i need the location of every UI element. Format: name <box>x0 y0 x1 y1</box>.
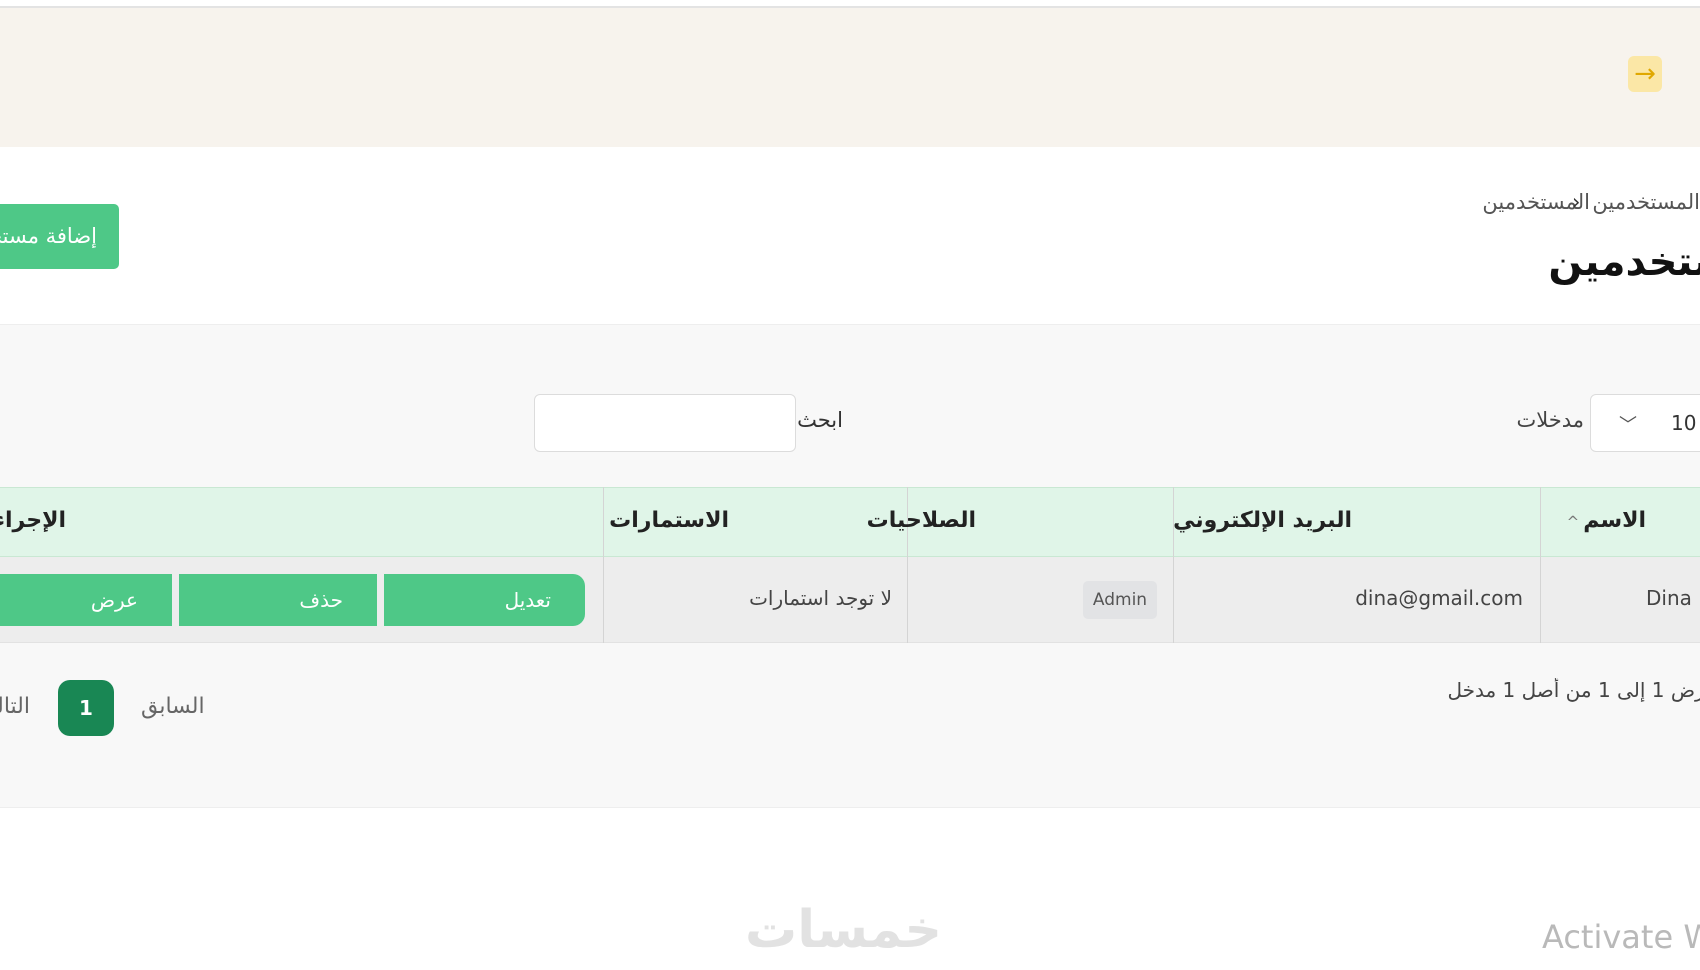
cell-email: dina@gmail.com <box>1355 586 1523 610</box>
column-divider <box>1540 487 1541 643</box>
breadcrumb-item-current: المستخدمين <box>1592 190 1700 214</box>
column-header-email[interactable]: البريد الإلكتروني <box>1173 508 1352 533</box>
search-input[interactable] <box>534 394 796 452</box>
edit-button[interactable]: تعديل <box>384 574 585 626</box>
pagination-next[interactable]: التالي <box>0 694 30 719</box>
top-bar <box>0 8 1700 147</box>
activate-windows-text: Activate W <box>1542 918 1700 956</box>
entries-per-page-select[interactable]: 10 ﹀ <box>1590 394 1700 452</box>
logout-icon[interactable]: → <box>1628 56 1662 92</box>
entries-value: 10 <box>1671 411 1697 435</box>
page: → المستخدمين‹المستخدمين المستخدمين إضافة… <box>0 0 1700 970</box>
role-badge: Admin <box>1083 581 1157 619</box>
top-border <box>0 0 1700 8</box>
pagination-page-1[interactable]: 1 <box>58 680 114 736</box>
entries-label: مدخلات <box>1516 408 1584 432</box>
column-header-actions: الإجراءات <box>0 508 66 533</box>
column-header-forms[interactable]: الاستمارات <box>609 508 729 533</box>
column-header-permissions[interactable]: الصلاحيات <box>867 508 976 533</box>
cell-name: Dina M <box>1646 586 1700 610</box>
watermark-logo: خمسات <box>745 900 943 960</box>
table-info: عرض 1 إلى 1 من أصل 1 مدخل <box>1447 678 1700 702</box>
delete-button[interactable]: حذف <box>179 574 377 626</box>
column-header-name[interactable]: الاسم^ <box>1567 508 1646 533</box>
add-user-button[interactable]: إضافة مستخدم <box>0 204 119 269</box>
pagination-previous[interactable]: السابق <box>141 694 205 719</box>
view-button[interactable]: عرض <box>0 574 172 626</box>
cell-forms: لا توجد استمارات <box>749 586 892 610</box>
search-label: ابحث: <box>790 408 843 432</box>
sort-icon: ^ <box>1566 513 1580 531</box>
breadcrumb-separator-icon: ‹ <box>1571 190 1581 214</box>
column-divider <box>603 487 604 643</box>
page-title: المستخدمين <box>1548 239 1700 285</box>
chevron-down-icon: ﹀ <box>1619 415 1637 436</box>
table-header <box>0 487 1700 557</box>
breadcrumb: المستخدمين‹المستخدمين <box>1180 190 1700 220</box>
